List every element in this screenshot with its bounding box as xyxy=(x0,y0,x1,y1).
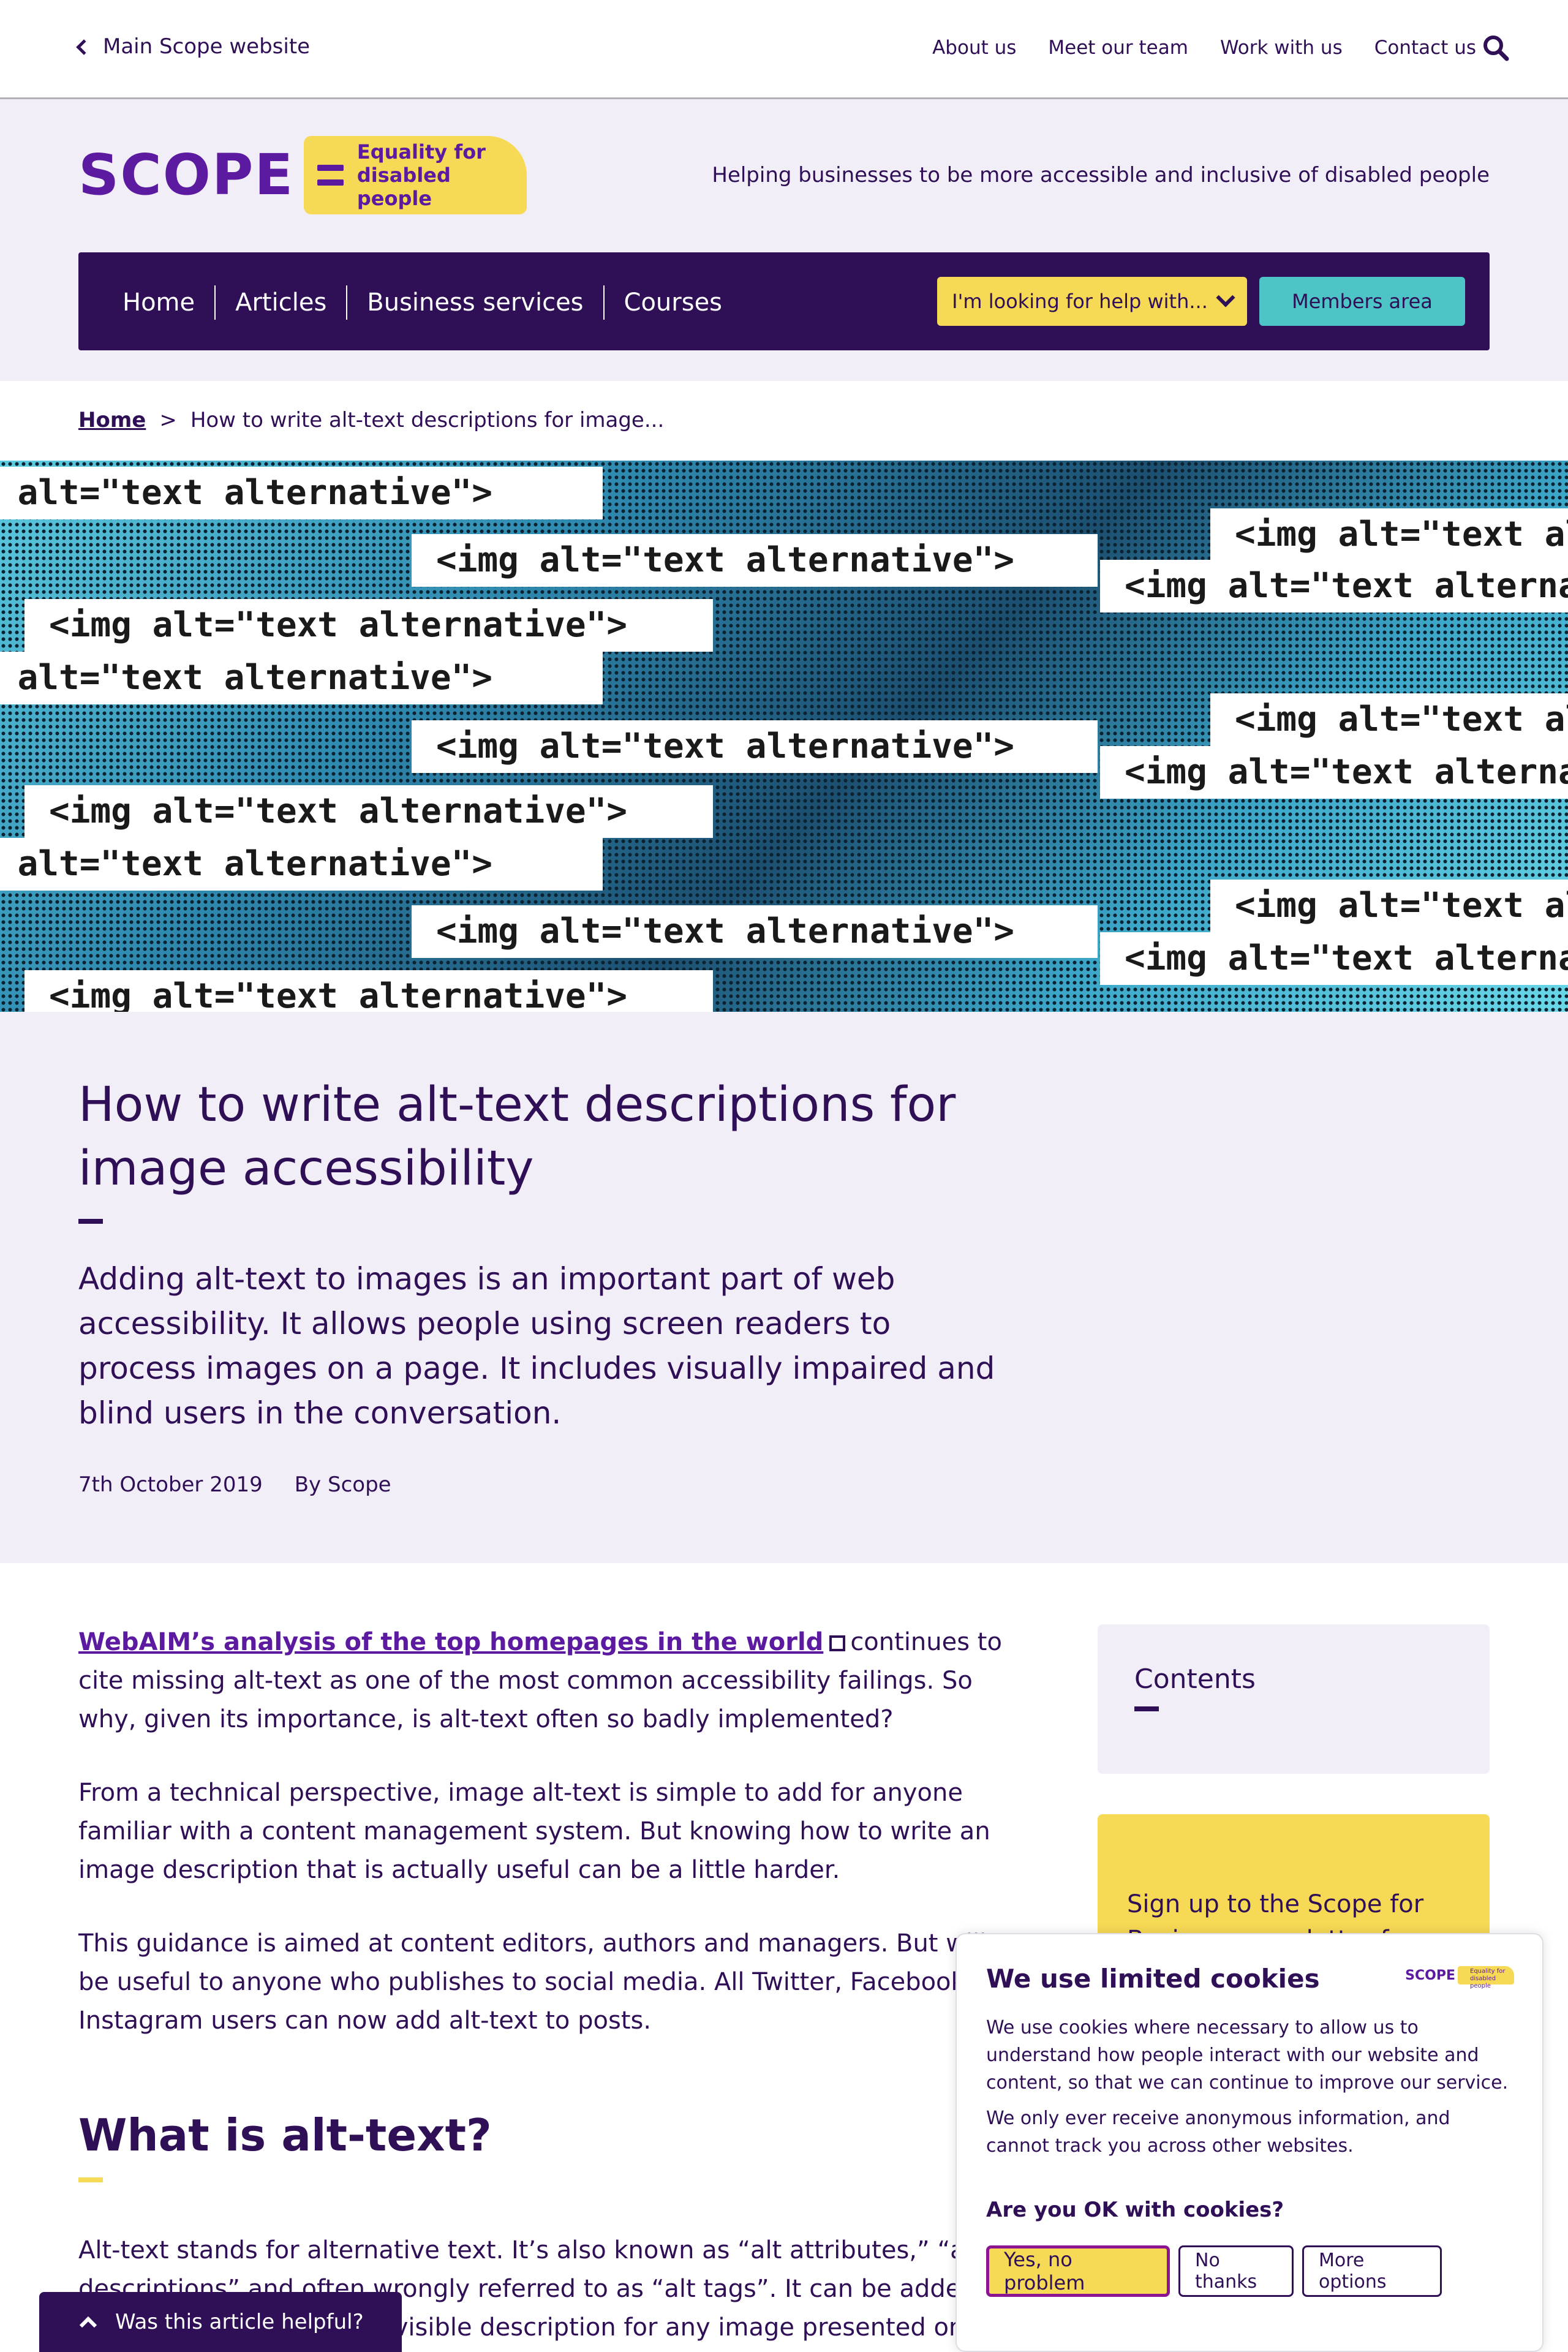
logo-tag-line2: disabled people xyxy=(356,164,451,210)
members-area-button[interactable]: Members area xyxy=(1259,277,1465,326)
cookie-text: We use cookies where necessary to allow … xyxy=(986,2017,1509,2094)
main-site-link-label: Main Scope website xyxy=(103,34,311,59)
cookie-text: We only ever receive anonymous informati… xyxy=(986,2108,1450,2157)
breadcrumb-current: How to write alt-text descriptions for i… xyxy=(190,408,665,432)
body-paragraph: This guidance is aimed at content editor… xyxy=(78,1929,1019,2035)
accept-cookies-button[interactable]: Yes, no problem xyxy=(986,2245,1170,2297)
breadcrumb-home[interactable]: Home xyxy=(78,408,146,432)
reject-cookies-button[interactable]: No thanks xyxy=(1178,2245,1294,2297)
chevron-up-icon xyxy=(79,2316,97,2334)
article-title: How to write alt-text descriptions for i… xyxy=(78,1077,956,1196)
hero-image: <img alt="text alternative"> <img alt="t… xyxy=(0,461,1568,1012)
equals-icon xyxy=(317,165,344,186)
breadcrumb: Home > How to write alt-text description… xyxy=(78,408,664,432)
chevron-down-icon xyxy=(1216,288,1235,307)
code-strip: <img alt="text alternative"> xyxy=(1210,880,1568,932)
search-icon[interactable] xyxy=(1482,34,1509,61)
cookie-banner: We use limited cookies SCOPE Equality fo… xyxy=(956,1933,1544,2352)
code-strip: <img alt="text alternative"> xyxy=(412,720,1098,773)
help-dropdown-button[interactable]: I'm looking for help with... xyxy=(937,277,1247,326)
cookie-logo-tag: Equality for disabled people xyxy=(1458,1966,1514,1989)
utility-bar: Main Scope website About us Meet our tea… xyxy=(0,0,1568,99)
article-intro: Adding alt-text to images is an importan… xyxy=(78,1261,995,1431)
code-strip: <img alt="text alternative"> xyxy=(1100,560,1568,612)
article-author: By Scope xyxy=(294,1472,391,1497)
code-strip: <img alt="text alternative"> xyxy=(0,467,603,519)
nav-articles[interactable]: Articles xyxy=(214,285,346,320)
cookie-options-button[interactable]: More options xyxy=(1302,2245,1442,2297)
logo-tagline: Equality for disabled people xyxy=(357,140,527,210)
code-strip: <img alt="text alternative"> xyxy=(0,652,603,704)
nav-contact-us[interactable]: Contact us xyxy=(1374,37,1476,59)
main-site-link[interactable]: Main Scope website xyxy=(76,34,311,59)
logo-tag-line1: Equality for xyxy=(356,140,486,164)
cookie-title: We use limited cookies xyxy=(986,1964,1320,1994)
code-strip: <img alt="text alternative"> xyxy=(412,534,1098,587)
feedback-label: Was this article helpful? xyxy=(115,2310,364,2334)
site-tagline: Helping businesses to be more accessible… xyxy=(712,163,1490,187)
code-strip: <img alt="text alternative"> xyxy=(24,785,713,838)
title-divider xyxy=(78,1219,103,1224)
article-meta: 7th October 2019 By Scope xyxy=(78,1472,391,1497)
cookie-logo-wordmark: SCOPE xyxy=(1405,1967,1455,1983)
section-heading: What is alt-text? xyxy=(78,2109,492,2161)
feedback-tab[interactable]: Was this article helpful? xyxy=(39,2292,402,2352)
external-link-icon xyxy=(829,1635,846,1651)
logo-tag-pill: Equality for disabled people xyxy=(304,136,527,214)
contents-divider xyxy=(1134,1706,1159,1711)
contents-title: Contents xyxy=(1134,1664,1256,1695)
code-strip: <img alt="text alternative"> xyxy=(0,838,603,891)
article-date: 7th October 2019 xyxy=(78,1472,263,1497)
code-strip: <img alt="text alternative"> xyxy=(1100,932,1568,985)
nav-about-us[interactable]: About us xyxy=(932,37,1016,59)
body-paragraph: From a technical perspective, image alt-… xyxy=(78,1779,990,1884)
code-strip: <img alt="text alternative"> xyxy=(24,970,713,1012)
nav-home[interactable]: Home xyxy=(123,285,214,320)
cookie-actions: Yes, no problem No thanks More options xyxy=(986,2245,1442,2297)
code-strip: <img alt="text alternative"> xyxy=(1100,746,1568,799)
contents-box: Contents xyxy=(1098,1624,1490,1774)
cookie-scope-logo: SCOPE Equality for disabled people xyxy=(1405,1966,1514,1989)
breadcrumb-separator: > xyxy=(159,408,177,432)
site-header: SCOPE Equality for disabled people Helpi… xyxy=(0,99,1568,381)
section-divider xyxy=(78,2177,103,2182)
nav-courses[interactable]: Courses xyxy=(603,285,742,320)
logo-wordmark: SCOPE xyxy=(78,142,295,208)
scope-logo[interactable]: SCOPE Equality for disabled people xyxy=(78,136,527,214)
nav-work-with-us[interactable]: Work with us xyxy=(1220,37,1343,59)
webaim-link[interactable]: WebAIM’s analysis of the top homepages i… xyxy=(78,1628,823,1656)
main-nav: Home Articles Business services Courses … xyxy=(78,252,1490,350)
body-paragraph: WebAIM’s analysis of the top homepages i… xyxy=(78,1623,1022,1739)
chevron-left-icon xyxy=(76,39,92,55)
code-strip: <img alt="text alternative"> xyxy=(412,905,1098,958)
nav-meet-our-team[interactable]: Meet our team xyxy=(1048,37,1188,59)
code-strip: <img alt="text alternative"> xyxy=(1210,693,1568,746)
help-dropdown-label: I'm looking for help with... xyxy=(952,290,1208,313)
code-strip: <img alt="text alternative"> xyxy=(24,599,713,652)
article-header: How to write alt-text descriptions for i… xyxy=(0,1012,1568,1563)
code-strip: <img alt="text alternative"> xyxy=(1210,508,1568,561)
nav-business-services[interactable]: Business services xyxy=(346,285,603,320)
utility-nav: About us Meet our team Work with us Cont… xyxy=(932,37,1476,59)
cookie-question: Are you OK with cookies? xyxy=(986,2198,1284,2222)
article-body: WebAIM’s analysis of the top homepages i… xyxy=(78,1623,1022,2352)
